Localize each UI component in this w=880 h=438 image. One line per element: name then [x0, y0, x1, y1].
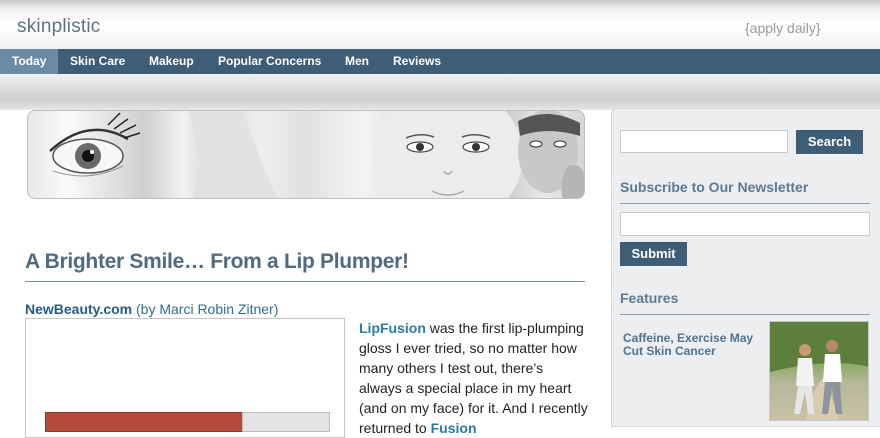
article-byline: NewBeauty.com (by Marci Robin Zitner) [25, 301, 278, 317]
search-button[interactable]: Search [796, 130, 863, 154]
feature-link[interactable]: Caffeine, Exercise May Cut Skin Cancer [623, 332, 763, 358]
joggers-graphic [770, 322, 868, 420]
feature-thumbnail-image[interactable] [769, 321, 869, 421]
nav-item-skin-care[interactable]: Skin Care [58, 49, 137, 74]
site-header: skinplistic {apply daily} [0, 0, 880, 49]
byline-author: (by Marci Robin Zitner) [132, 301, 279, 317]
nav-item-today[interactable]: Today [0, 49, 59, 74]
title-divider [25, 281, 585, 282]
faces-collage-graphic [49, 111, 584, 198]
site-tagline: {apply daily} [745, 20, 821, 36]
body-link-lipfusion[interactable]: LipFusion [359, 320, 426, 336]
site-logo[interactable]: skinplistic [17, 16, 101, 38]
header-band [0, 74, 880, 110]
product-box-side-graphic [242, 412, 330, 432]
nav-item-popular-concerns[interactable]: Popular Concerns [206, 49, 333, 74]
hero-banner-image [27, 110, 585, 199]
article-title: A Brighter Smile… From a Lip Plumper! [25, 250, 409, 273]
nav-item-men[interactable]: Men [333, 49, 381, 74]
nav-item-makeup[interactable]: Makeup [137, 49, 206, 74]
newsletter-heading: Subscribe to Our Newsletter [620, 179, 809, 195]
byline-source-link[interactable]: NewBeauty.com [25, 301, 132, 317]
submit-button[interactable]: Submit [620, 242, 687, 266]
body-text: was the first lip-plumping gloss I ever … [359, 320, 588, 436]
features-divider [620, 314, 870, 315]
main-nav: Today Skin Care Makeup Popular Concerns … [0, 49, 880, 74]
body-link-fusion[interactable]: Fusion [431, 420, 477, 436]
features-heading: Features [620, 290, 679, 306]
nav-item-reviews[interactable]: Reviews [381, 49, 453, 74]
search-input[interactable] [620, 130, 788, 153]
newsletter-divider [620, 203, 870, 204]
article-body: LipFusion was the first lip-plumping glo… [359, 318, 589, 438]
newsletter-email-input[interactable] [620, 212, 870, 236]
